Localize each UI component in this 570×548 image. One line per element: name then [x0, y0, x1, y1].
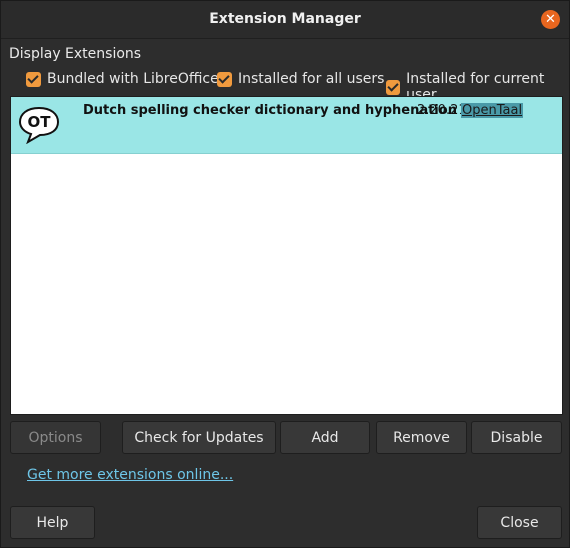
window-title: Extension Manager [209, 11, 361, 27]
bundled-label: Bundled with LibreOffice [47, 71, 219, 87]
title-bar: Extension Manager ✕ [1, 1, 569, 39]
display-extensions-label: Display Extensions [9, 46, 142, 62]
check-updates-button[interactable]: Check for Updates [122, 421, 276, 454]
close-window-icon[interactable]: ✕ [541, 10, 560, 29]
close-button[interactable]: Close [477, 506, 562, 539]
all-users-checkbox[interactable]: Installed for all users [217, 71, 384, 87]
extension-list[interactable]: OT Dutch spelling checker dictionary and… [10, 96, 563, 415]
add-button[interactable]: Add [280, 421, 370, 454]
bundled-checkbox[interactable]: Bundled with LibreOffice [26, 71, 219, 87]
extension-row[interactable]: OT Dutch spelling checker dictionary and… [11, 97, 562, 154]
remove-button[interactable]: Remove [376, 421, 467, 454]
logo-text: OT [28, 113, 52, 131]
checkbox-checked-icon[interactable] [217, 71, 232, 87]
checkbox-checked-icon[interactable] [26, 71, 41, 87]
extension-publisher-link[interactable]: OpenTaal [461, 103, 524, 118]
help-button[interactable]: Help [10, 506, 95, 539]
get-more-extensions-link[interactable]: Get more extensions online... [27, 467, 233, 483]
extension-manager-window: Extension Manager ✕ Display Extensions B… [0, 0, 570, 548]
disable-button[interactable]: Disable [471, 421, 562, 454]
options-button[interactable]: Options [10, 421, 101, 454]
checkbox-checked-icon[interactable] [386, 79, 401, 95]
all-users-label: Installed for all users [238, 71, 385, 87]
opentaal-logo-icon: OT [18, 106, 60, 144]
extension-version: 2.20.21 [417, 103, 467, 118]
